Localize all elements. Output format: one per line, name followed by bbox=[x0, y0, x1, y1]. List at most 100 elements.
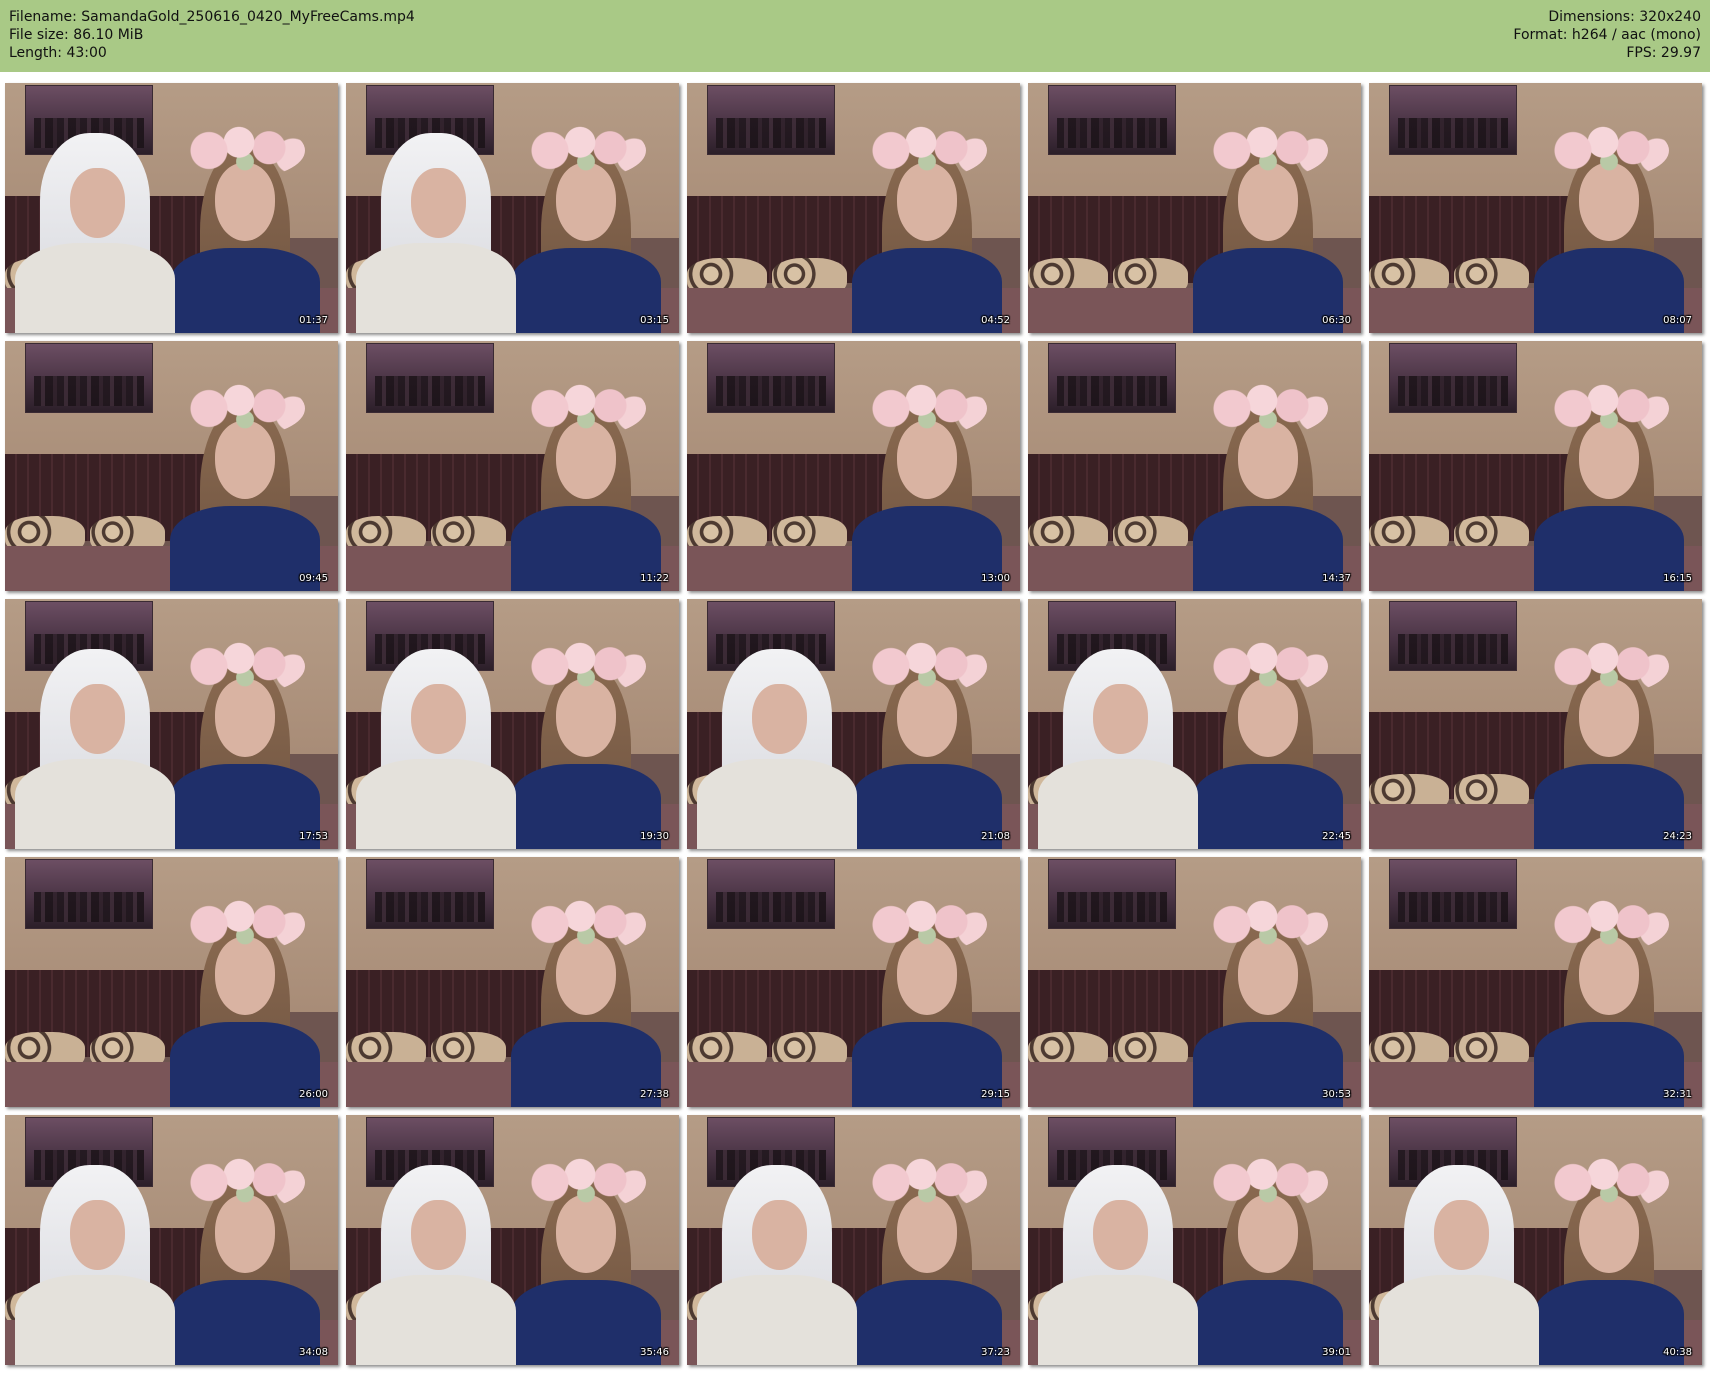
timestamp-label: 35:46 bbox=[640, 1347, 669, 1358]
video-thumbnail: 14:37 bbox=[1028, 341, 1361, 591]
person-wreath bbox=[852, 113, 1002, 333]
thumbnail-scene bbox=[687, 1115, 1020, 1365]
timestamp-label: 04:52 bbox=[981, 315, 1010, 326]
person-wreath bbox=[1534, 1145, 1684, 1365]
video-thumbnail: 22:45 bbox=[1028, 599, 1361, 849]
video-thumbnail: 37:23 bbox=[687, 1115, 1020, 1365]
person-white-wig bbox=[1379, 1165, 1539, 1365]
person-white-wig bbox=[356, 1165, 516, 1365]
timestamp-label: 16:15 bbox=[1663, 573, 1692, 584]
file-info: Filename: SamandaGold_250616_0420_MyFree… bbox=[9, 8, 415, 62]
thumbnail-scene bbox=[1369, 83, 1702, 333]
face bbox=[70, 684, 125, 754]
dress bbox=[1193, 506, 1343, 591]
timestamp-label: 11:22 bbox=[640, 573, 669, 584]
timestamp-label: 09:45 bbox=[299, 573, 328, 584]
wall-picture bbox=[707, 343, 835, 413]
wall-picture bbox=[25, 859, 153, 929]
video-thumbnail: 32:31 bbox=[1369, 857, 1702, 1107]
filesize-label: File size: 86.10 MiB bbox=[9, 27, 144, 43]
flower-wreath bbox=[867, 639, 987, 694]
dress bbox=[170, 506, 320, 591]
thumbnail-scene bbox=[5, 857, 338, 1107]
person-wreath bbox=[1193, 1145, 1343, 1365]
wall-picture bbox=[366, 859, 494, 929]
dress bbox=[511, 1280, 661, 1365]
wall-picture bbox=[1389, 85, 1517, 155]
fps-label: FPS: 29.97 bbox=[1626, 45, 1701, 61]
flower-wreath bbox=[185, 639, 305, 694]
video-thumbnail: 34:08 bbox=[5, 1115, 338, 1365]
stream-info: Dimensions: 320x240 Format: h264 / aac (… bbox=[1513, 8, 1701, 62]
person-wreath bbox=[852, 887, 1002, 1107]
person-wreath bbox=[1534, 113, 1684, 333]
flower-wreath bbox=[1208, 381, 1328, 436]
dress bbox=[1534, 248, 1684, 333]
flower-wreath bbox=[1208, 639, 1328, 694]
timestamp-label: 26:00 bbox=[299, 1089, 328, 1100]
person-wreath bbox=[1193, 629, 1343, 849]
wall-picture bbox=[1389, 343, 1517, 413]
wall-picture bbox=[1048, 859, 1176, 929]
thumbnail-scene bbox=[1369, 1115, 1702, 1365]
person-white-wig bbox=[697, 649, 857, 849]
wall-picture bbox=[707, 859, 835, 929]
video-thumbnail: 30:53 bbox=[1028, 857, 1361, 1107]
flower-wreath bbox=[1549, 381, 1669, 436]
flower-wreath bbox=[185, 381, 305, 436]
video-thumbnail: 35:46 bbox=[346, 1115, 679, 1365]
timestamp-label: 17:53 bbox=[299, 831, 328, 842]
video-thumbnail: 40:38 bbox=[1369, 1115, 1702, 1365]
dress bbox=[1193, 248, 1343, 333]
timestamp-label: 19:30 bbox=[640, 831, 669, 842]
flower-wreath bbox=[185, 123, 305, 178]
video-thumbnail: 03:15 bbox=[346, 83, 679, 333]
video-thumbnail: 19:30 bbox=[346, 599, 679, 849]
white-shirt bbox=[15, 243, 175, 333]
dress bbox=[852, 1022, 1002, 1107]
flower-wreath bbox=[185, 1155, 305, 1210]
video-thumbnail: 16:15 bbox=[1369, 341, 1702, 591]
video-thumbnail: 27:38 bbox=[346, 857, 679, 1107]
thumbnail-scene bbox=[346, 599, 679, 849]
dress bbox=[170, 248, 320, 333]
thumbnail-scene bbox=[346, 857, 679, 1107]
face bbox=[752, 684, 807, 754]
timestamp-label: 29:15 bbox=[981, 1089, 1010, 1100]
thumbnail-scene bbox=[5, 341, 338, 591]
dress bbox=[511, 248, 661, 333]
person-white-wig bbox=[1038, 649, 1198, 849]
wall-picture bbox=[1048, 85, 1176, 155]
dress bbox=[1534, 1022, 1684, 1107]
person-white-wig bbox=[697, 1165, 857, 1365]
face bbox=[1434, 1200, 1489, 1270]
white-shirt bbox=[1038, 759, 1198, 849]
video-thumbnail: 39:01 bbox=[1028, 1115, 1361, 1365]
thumbnail-scene bbox=[1369, 341, 1702, 591]
timestamp-label: 03:15 bbox=[640, 315, 669, 326]
flower-wreath bbox=[526, 897, 646, 952]
person-wreath bbox=[1193, 113, 1343, 333]
timestamp-label: 32:31 bbox=[1663, 1089, 1692, 1100]
dress bbox=[170, 1280, 320, 1365]
dress bbox=[1534, 506, 1684, 591]
thumbnail-scene bbox=[1369, 857, 1702, 1107]
timestamp-label: 37:23 bbox=[981, 1347, 1010, 1358]
dress bbox=[852, 764, 1002, 849]
white-shirt bbox=[356, 243, 516, 333]
dress bbox=[852, 1280, 1002, 1365]
flower-wreath bbox=[1208, 123, 1328, 178]
thumbnail-scene bbox=[5, 599, 338, 849]
video-thumbnail: 04:52 bbox=[687, 83, 1020, 333]
video-thumbnail: 21:08 bbox=[687, 599, 1020, 849]
dress bbox=[852, 248, 1002, 333]
person-wreath bbox=[170, 371, 320, 591]
flower-wreath bbox=[526, 381, 646, 436]
person-white-wig bbox=[356, 649, 516, 849]
dress bbox=[1534, 1280, 1684, 1365]
person-wreath bbox=[852, 1145, 1002, 1365]
timestamp-label: 34:08 bbox=[299, 1347, 328, 1358]
face bbox=[70, 1200, 125, 1270]
person-wreath bbox=[170, 629, 320, 849]
dress bbox=[1193, 764, 1343, 849]
